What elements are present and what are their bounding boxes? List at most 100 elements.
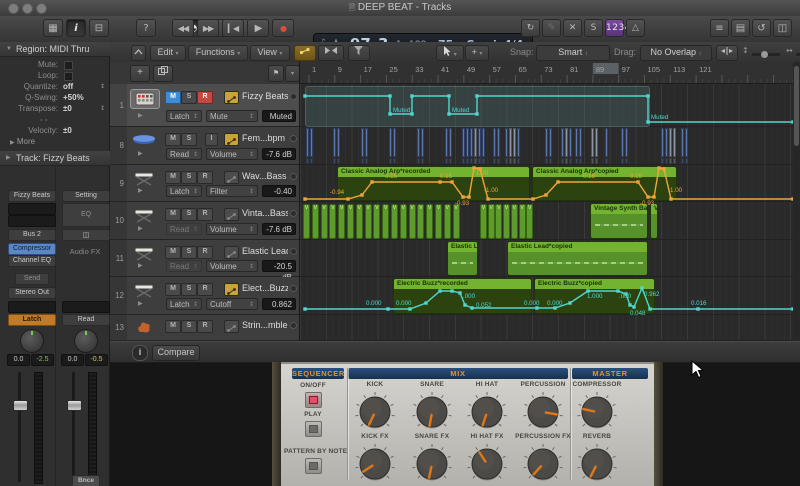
- rewind-button[interactable]: ◀◀: [172, 19, 194, 37]
- automation-param-menu[interactable]: Volume ↕: [206, 148, 258, 160]
- track-header-1[interactable]: 1 M S R Fizzy Beats ▶ Latch ↕ Mute ↕ Muted: [110, 84, 299, 127]
- track-automation-icon[interactable]: [224, 171, 239, 184]
- automation-value[interactable]: 0.862: [262, 298, 296, 310]
- track-mute-button[interactable]: M: [165, 133, 181, 146]
- track-mute-button[interactable]: M: [165, 208, 181, 221]
- track-inspector-header[interactable]: ▶ Track: Fizzy Beats: [0, 151, 110, 166]
- automation-disclosure[interactable]: ▶: [138, 300, 143, 307]
- track-record-button[interactable]: R: [197, 208, 213, 221]
- region-more-toggle[interactable]: ▶ More: [10, 137, 35, 146]
- automation-value[interactable]: Muted: [262, 110, 296, 122]
- track-filter-button[interactable]: [348, 45, 370, 61]
- functions-menu[interactable]: Functions ▾: [188, 45, 248, 61]
- track-solo-button[interactable]: S: [181, 283, 197, 296]
- region-param-value[interactable]: ±0: [63, 104, 72, 113]
- bar-ruler[interactable]: 1 9 17 25 33 41 49 57 65 73 81 89 97 105 113 121: [300, 62, 794, 84]
- automation-param-menu[interactable]: Volume ↕: [206, 260, 258, 272]
- apple-loops-button[interactable]: ↺: [752, 19, 771, 37]
- region-inspector-header[interactable]: ▼ Region: MIDI Thru: [0, 42, 110, 57]
- master-solo-button[interactable]: S: [584, 19, 603, 37]
- region-param-checkbox[interactable]: [64, 61, 73, 70]
- knob-percussion-fx[interactable]: [520, 442, 566, 486]
- compare-button[interactable]: Compare: [152, 345, 200, 361]
- track-record-button[interactable]: R: [197, 246, 213, 259]
- track-input-monitor-button[interactable]: I: [205, 133, 218, 146]
- secondary-tool-menu[interactable]: + ▾: [465, 45, 489, 61]
- autopunch-button[interactable]: ✎: [542, 19, 561, 37]
- track-header-2[interactable]: 8 M S I Fem...bpm ▶ Read ↕ Volume ↕ -7.6 dB: [110, 127, 299, 165]
- strip-pan-value[interactable]: 0.0: [7, 354, 30, 366]
- automation-value[interactable]: -7.6 dB: [262, 223, 296, 235]
- vertical-zoom-slider[interactable]: [752, 51, 780, 58]
- track-record-button[interactable]: R: [197, 320, 213, 333]
- volume-fader-handle-2[interactable]: [67, 400, 82, 411]
- track-on-indicator[interactable]: [290, 93, 297, 100]
- track-automation-icon[interactable]: [224, 283, 239, 296]
- automation-param-menu[interactable]: Volume ↕: [206, 223, 258, 235]
- automation-param-menu[interactable]: Mute ↕: [206, 110, 258, 122]
- track-solo-button[interactable]: S: [181, 208, 197, 221]
- automation-disclosure[interactable]: ▶: [138, 150, 143, 157]
- automation-disclosure[interactable]: ▶: [138, 112, 143, 119]
- track-on-indicator[interactable]: [290, 285, 297, 292]
- knob-snare-fx[interactable]: [409, 442, 455, 486]
- track-header-5[interactable]: 11 MSR Elastic Lead ▶ Read↕ Volume↕ -20.5 dB: [110, 240, 299, 282]
- track-mute-button[interactable]: M: [165, 246, 181, 259]
- strip-bounce-button[interactable]: Bnce: [72, 475, 100, 486]
- knob-compressor[interactable]: [574, 390, 620, 434]
- track-header-7[interactable]: 13 M S R Strin...mble: [110, 315, 299, 341]
- automation-disclosure[interactable]: ▶: [138, 225, 143, 232]
- automation-mode-menu[interactable]: Latch ↕: [166, 298, 202, 310]
- automation-value[interactable]: -20.5 dB: [262, 260, 296, 282]
- automation-mode-menu[interactable]: Read ↕: [166, 148, 202, 160]
- edit-menu[interactable]: Edit ▾: [150, 45, 186, 61]
- strip-automation-mode-2[interactable]: Read: [62, 314, 110, 326]
- track-record-button[interactable]: R: [197, 283, 213, 296]
- track-sort-button[interactable]: ⚑: [268, 65, 284, 82]
- strip-automation-mode[interactable]: Latch: [8, 314, 56, 326]
- track-solo-button[interactable]: S: [181, 133, 197, 146]
- track-options-button[interactable]: ▾: [285, 65, 299, 82]
- track-mute-button[interactable]: M: [165, 283, 181, 296]
- strip-output-slot[interactable]: Stereo Out: [8, 287, 56, 299]
- strip-group-slot-2[interactable]: [62, 301, 110, 313]
- list-editors-button[interactable]: ≡: [710, 19, 729, 37]
- browsers-button[interactable]: ◫: [773, 19, 792, 37]
- flex-button[interactable]: [318, 45, 344, 61]
- plugin-info-button[interactable]: i: [132, 345, 148, 361]
- region-param-checkbox[interactable]: [64, 72, 73, 81]
- track-on-indicator[interactable]: [290, 135, 297, 142]
- strip-track-name[interactable]: Fizzy Beats: [8, 190, 56, 202]
- pan-knob[interactable]: [20, 329, 44, 353]
- view-menu[interactable]: View ▾: [250, 45, 290, 61]
- track-header-6[interactable]: 12 M S R Elect...Buzz ▶ Latch ↕ Cutoff ↕ 0.862: [110, 277, 299, 315]
- strip-bus-slot[interactable]: Bus 2: [8, 229, 56, 241]
- record-button[interactable]: ●: [272, 19, 294, 37]
- track-mute-button[interactable]: M: [165, 171, 181, 184]
- knob-kick-fx[interactable]: [352, 442, 398, 486]
- knob-hi-hat[interactable]: [464, 390, 510, 434]
- automation-mode-menu[interactable]: Latch ↕: [166, 185, 202, 197]
- automation-mode-menu[interactable]: Read ↕: [166, 260, 202, 272]
- automation-disclosure[interactable]: ▶: [138, 187, 143, 194]
- track-solo-button[interactable]: S: [181, 246, 197, 259]
- strip-setting-button[interactable]: Setting: [62, 190, 110, 202]
- track-automation-icon[interactable]: [224, 133, 239, 146]
- quick-help-button[interactable]: ?: [136, 19, 156, 37]
- volume-fader-track-2[interactable]: [72, 372, 75, 482]
- track-solo-button[interactable]: S: [181, 91, 197, 104]
- vertical-scrollbar-thumb[interactable]: [794, 66, 799, 146]
- track-automation-icon[interactable]: [224, 246, 239, 259]
- track-on-indicator[interactable]: [290, 322, 297, 329]
- library-button[interactable]: ▦: [43, 19, 63, 37]
- automation-disclosure[interactable]: ▶: [138, 262, 143, 269]
- automation-value[interactable]: -7.6 dB: [262, 148, 296, 160]
- count-in-button[interactable]: 1234: [605, 19, 630, 37]
- media-button[interactable]: ⊟: [89, 19, 109, 37]
- track-record-button[interactable]: R: [197, 171, 213, 184]
- go-to-beginning-button[interactable]: ▎◀: [222, 19, 244, 37]
- track-automation-icon[interactable]: [224, 320, 239, 333]
- horizontal-zoom-slider[interactable]: [796, 53, 800, 56]
- param-stepper-icon[interactable]: ↕: [100, 83, 105, 90]
- automation-param-menu[interactable]: Cutoff ↕: [206, 298, 258, 310]
